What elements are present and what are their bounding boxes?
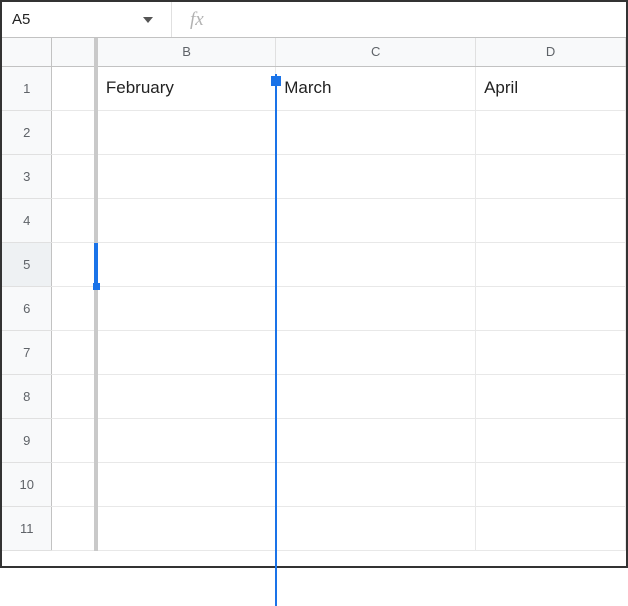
cell-b11[interactable] [96,506,276,550]
cell-d6[interactable] [476,286,626,330]
fx-icon: fx [172,9,222,31]
cell-d3[interactable] [476,154,626,198]
row-header-10[interactable]: 10 [2,462,52,506]
cell-c10[interactable] [276,462,476,506]
cell-d10[interactable] [476,462,626,506]
cell-b3[interactable] [96,154,276,198]
cell-d5[interactable] [476,242,626,286]
cell-d7[interactable] [476,330,626,374]
frozen-column-a-header[interactable] [52,38,96,66]
row-header-8[interactable]: 8 [2,374,52,418]
cell-c8[interactable] [276,374,476,418]
cell-a10[interactable] [52,462,96,506]
row-header-6[interactable]: 6 [2,286,52,330]
row-header-11[interactable]: 11 [2,506,52,550]
cell-a8[interactable] [52,374,96,418]
cell-c11[interactable] [276,506,476,550]
column-resize-guideline [275,74,277,606]
row-header-4[interactable]: 4 [2,198,52,242]
cell-d11[interactable] [476,506,626,550]
cell-a2[interactable] [52,110,96,154]
chevron-down-icon[interactable] [143,17,153,23]
cell-d8[interactable] [476,374,626,418]
cell-b4[interactable] [96,198,276,242]
cell-c1[interactable]: March [276,66,476,110]
cell-d2[interactable] [476,110,626,154]
column-header-c[interactable]: C [276,38,476,66]
name-box-value: A5 [12,11,30,28]
row-header-2[interactable]: 2 [2,110,52,154]
row-header-3[interactable]: 3 [2,154,52,198]
cell-b5[interactable] [96,242,276,286]
cell-c6[interactable] [276,286,476,330]
row-header-5[interactable]: 5 [2,242,52,286]
cell-b1[interactable]: February [96,66,276,110]
cell-c7[interactable] [276,330,476,374]
freeze-pane-handle[interactable] [271,76,281,86]
cell-b7[interactable] [96,330,276,374]
cell-b8[interactable] [96,374,276,418]
name-box[interactable]: A5 [2,2,172,37]
cell-c3[interactable] [276,154,476,198]
select-all-corner[interactable] [2,38,52,66]
formula-bar: A5 fx [2,2,626,38]
cell-a1[interactable] [52,66,96,110]
cell-c5[interactable] [276,242,476,286]
cell-a7[interactable] [52,330,96,374]
selection-fill-handle[interactable] [93,283,100,290]
cell-d1[interactable]: April [476,66,626,110]
cell-a3[interactable] [52,154,96,198]
cell-a6[interactable] [52,286,96,330]
cell-b6[interactable] [96,286,276,330]
cell-d9[interactable] [476,418,626,462]
cell-d4[interactable] [476,198,626,242]
row-header-1[interactable]: 1 [2,66,52,110]
row-header-9[interactable]: 9 [2,418,52,462]
cell-b10[interactable] [96,462,276,506]
column-header-d[interactable]: D [476,38,626,66]
cell-a5-active[interactable] [52,242,96,286]
column-header-b[interactable]: B [96,38,276,66]
cell-b2[interactable] [96,110,276,154]
cell-c9[interactable] [276,418,476,462]
cell-c4[interactable] [276,198,476,242]
spreadsheet-grid[interactable]: B C D 1 February March April 2 3 4 [2,38,626,551]
cell-b9[interactable] [96,418,276,462]
cell-a11[interactable] [52,506,96,550]
row-header-7[interactable]: 7 [2,330,52,374]
formula-input[interactable] [222,2,626,37]
cell-a4[interactable] [52,198,96,242]
cell-a9[interactable] [52,418,96,462]
cell-c2[interactable] [276,110,476,154]
